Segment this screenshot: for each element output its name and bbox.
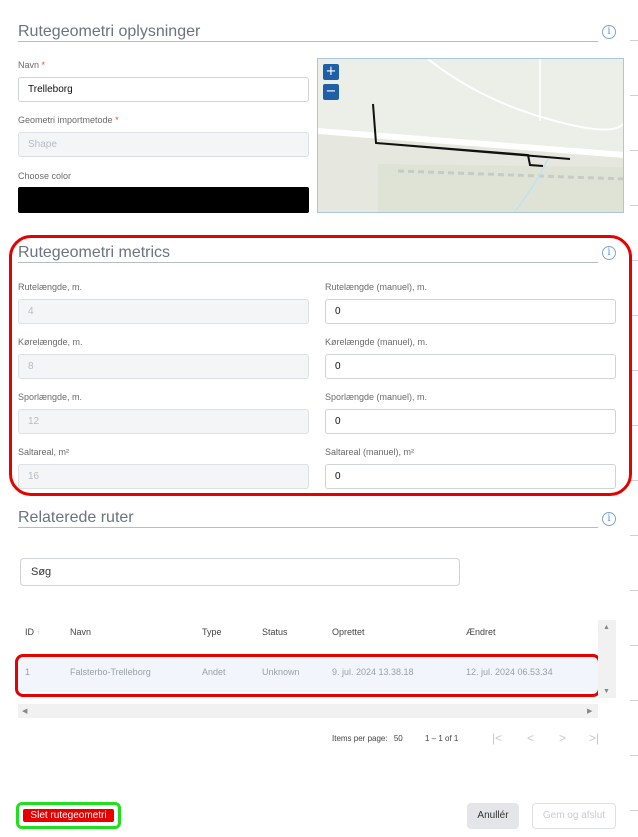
route-length-manual-label: Rutelængde (manuel), m. [325, 282, 428, 292]
import-method-select[interactable]: Shape [18, 132, 309, 157]
name-label: Navn * [18, 60, 46, 70]
info-section-divider [18, 41, 598, 42]
column-header-status[interactable]: Status [262, 627, 288, 637]
items-per-page-select[interactable]: 50 [394, 734, 403, 743]
last-page-button[interactable]: >| [589, 731, 599, 745]
drive-length-manual-input[interactable]: 0 [325, 354, 616, 379]
track-length-field: 12 [18, 409, 309, 434]
color-picker[interactable] [18, 187, 309, 213]
items-per-page: Items per page: 50 [332, 734, 403, 743]
map-canvas [318, 59, 623, 212]
metrics-info-icon[interactable]: i [602, 246, 616, 260]
horizontal-scrollbar[interactable] [18, 704, 598, 718]
row-highlight [15, 654, 601, 697]
scroll-down-icon[interactable]: ▼ [603, 688, 610, 695]
route-map[interactable]: + − [317, 58, 624, 213]
search-input[interactable]: Søg [20, 558, 460, 586]
scroll-right-icon[interactable]: ▶ [587, 707, 592, 715]
track-length-label: Sporlængde, m. [18, 392, 83, 402]
sort-up-icon: ↑ [36, 630, 41, 637]
route-length-field: 4 [18, 299, 309, 324]
page-range: 1 – 1 of 1 [425, 734, 459, 743]
scroll-left-icon[interactable]: ◀ [22, 707, 27, 715]
delete-button-label: Slet rutegeometri [23, 809, 114, 822]
column-header-id[interactable]: ID ↑ [25, 627, 40, 637]
related-info-icon[interactable]: i [602, 512, 616, 526]
drive-length-label: Kørelængde, m. [18, 337, 83, 347]
column-header-created[interactable]: Oprettet [332, 627, 365, 637]
previous-page-button[interactable]: < [527, 731, 534, 745]
track-length-manual-input[interactable]: 0 [325, 409, 616, 434]
related-section-divider [18, 527, 598, 528]
scroll-up-icon[interactable]: ▲ [603, 624, 610, 631]
salt-area-label: Saltareal, m² [18, 447, 70, 457]
salt-area-field: 16 [18, 464, 309, 489]
column-header-type[interactable]: Type [202, 627, 222, 637]
metrics-section-divider [18, 262, 598, 263]
map-zoom-out-button[interactable]: − [323, 84, 339, 100]
cancel-button[interactable]: Anullér [467, 803, 519, 829]
first-page-button[interactable]: |< [492, 731, 502, 745]
salt-area-manual-label: Saltareal (manuel), m² [325, 447, 415, 457]
import-method-label: Geometri importmetode * [18, 115, 119, 125]
metrics-section-title: Rutegeometri metrics [18, 244, 171, 261]
name-input[interactable]: Trelleborg [18, 77, 309, 102]
column-header-changed[interactable]: Ændret [466, 627, 496, 637]
salt-area-manual-input[interactable]: 0 [325, 464, 616, 489]
info-section-title: Rutegeometri oplysninger [18, 23, 201, 40]
map-zoom-in-button[interactable]: + [323, 64, 339, 80]
drive-length-field: 8 [18, 354, 309, 379]
save-and-close-button[interactable]: Gem og afslut [532, 803, 616, 829]
drive-length-manual-label: Kørelængde (manuel), m. [325, 337, 428, 347]
delete-route-geometry-button[interactable]: Slet rutegeometri [16, 802, 121, 829]
column-header-name[interactable]: Navn [70, 627, 91, 637]
route-length-label: Rutelængde, m. [18, 282, 83, 292]
track-length-manual-label: Sporlængde (manuel), m. [325, 392, 428, 402]
vertical-scrollbar[interactable] [598, 620, 616, 698]
color-label: Choose color [18, 171, 72, 181]
next-page-button[interactable]: > [559, 731, 566, 745]
info-icon[interactable]: i [602, 25, 616, 39]
related-section-title: Relaterede ruter [18, 509, 134, 526]
route-length-manual-input[interactable]: 0 [325, 299, 616, 324]
